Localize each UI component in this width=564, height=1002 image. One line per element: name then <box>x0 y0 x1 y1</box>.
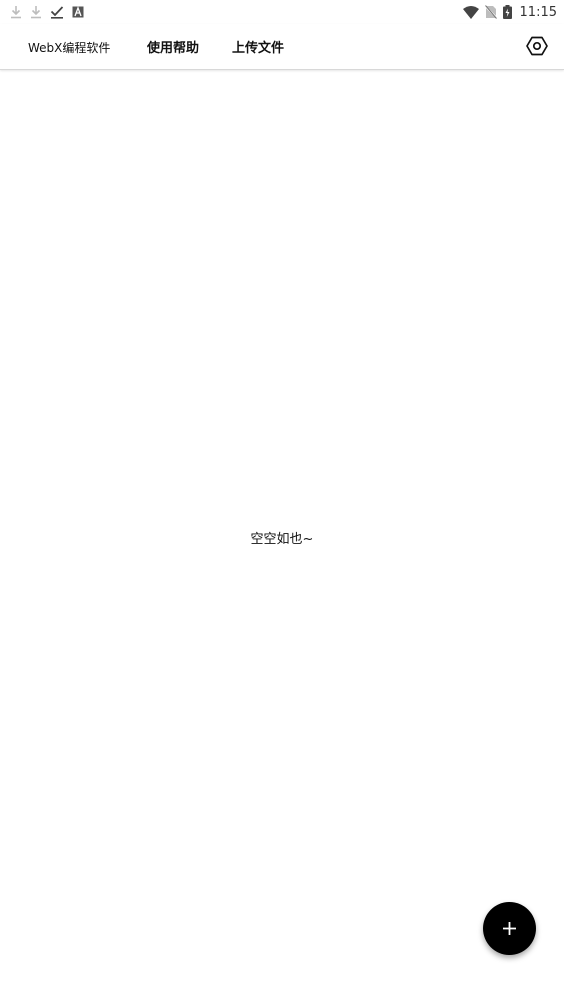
text-a-icon <box>72 6 84 18</box>
settings-button[interactable] <box>525 34 549 58</box>
status-time: 11:15 <box>519 4 557 20</box>
main-content: 空空如也~ <box>0 70 564 1002</box>
plus-icon <box>500 919 519 938</box>
status-bar: 11:15 <box>0 0 564 24</box>
no-sim-icon <box>484 5 497 19</box>
download-icon <box>10 5 22 19</box>
wifi-icon <box>462 5 479 19</box>
status-system: 11:15 <box>462 2 557 22</box>
app-title: WebX编程软件 <box>28 41 111 55</box>
empty-state-message: 空空如也~ <box>250 532 314 547</box>
check-icon <box>50 5 64 19</box>
app-bar: WebX编程软件 使用帮助 上传文件 <box>0 24 564 70</box>
status-notifications <box>10 3 84 21</box>
battery-charging-icon <box>502 5 512 19</box>
download-icon <box>30 5 42 19</box>
tab-help[interactable]: 使用帮助 <box>147 37 199 56</box>
add-button[interactable] <box>483 902 536 955</box>
tab-upload-file[interactable]: 上传文件 <box>232 37 284 56</box>
settings-icon <box>525 34 549 58</box>
